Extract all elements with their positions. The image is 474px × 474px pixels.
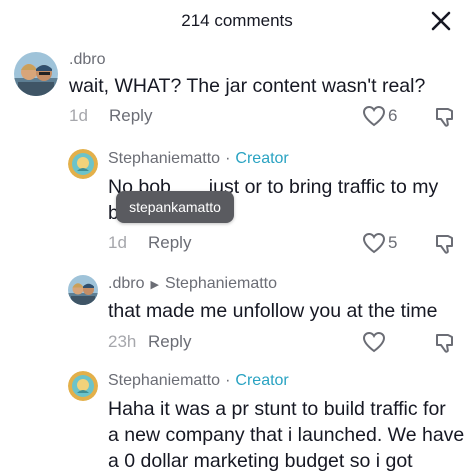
author-name[interactable]: Stephaniematto — [108, 150, 220, 168]
like-count: 5 — [388, 233, 398, 252]
dislike-icon[interactable] — [433, 232, 457, 261]
like-count: 6 — [388, 106, 398, 125]
comment-time: 1d — [69, 106, 88, 125]
avatar[interactable] — [68, 275, 98, 305]
comment-meta: 1d Reply — [69, 106, 152, 126]
comment-author[interactable]: .dbro ▶ Stephaniematto — [108, 275, 277, 293]
reply-button[interactable]: Reply — [148, 332, 191, 352]
avatar[interactable] — [14, 52, 58, 96]
heart-icon — [362, 105, 386, 127]
comments-header: 214 comments — [0, 0, 474, 44]
comment-text-line: a 0 dollar marketing budget so i got — [108, 450, 413, 472]
comment-text-line: a new company that i launched. We have — [108, 424, 465, 446]
like-button[interactable] — [362, 331, 386, 353]
comment-time: 23h — [108, 332, 137, 351]
reply-button[interactable]: Reply — [109, 106, 152, 126]
like-button[interactable]: 6 — [362, 105, 397, 127]
reply-arrow-icon: ▶ — [150, 278, 159, 291]
username-tooltip: stepankamatto — [116, 191, 234, 223]
comment-meta: 23h Reply — [108, 332, 191, 352]
comment-author[interactable]: Stephaniematto · Creator — [108, 150, 289, 168]
heart-icon — [362, 331, 386, 353]
author-name[interactable]: .dbro — [108, 275, 144, 293]
comment-text: Haha it was a pr stunt to build traffic … — [108, 396, 464, 474]
close-icon[interactable] — [428, 8, 454, 34]
comment-text: wait, WHAT? The jar content wasn't real? — [69, 75, 426, 97]
comment-time: 1d — [108, 233, 127, 252]
comment-author[interactable]: Stephaniematto · Creator — [108, 372, 289, 390]
comments-count-title: 214 comments — [181, 11, 293, 30]
comment-meta: 1d Reply — [108, 233, 191, 253]
author-name[interactable]: .dbro — [69, 51, 105, 69]
author-name[interactable]: Stephaniematto — [108, 372, 220, 390]
avatar[interactable] — [68, 371, 98, 401]
dislike-icon[interactable] — [433, 331, 457, 360]
dislike-icon[interactable] — [433, 105, 457, 134]
reply-button[interactable]: Reply — [148, 233, 191, 253]
creator-badge: Creator — [235, 150, 289, 167]
comment-author[interactable]: .dbro — [69, 51, 105, 69]
like-button[interactable]: 5 — [362, 232, 397, 254]
creator-badge: Creator — [235, 372, 289, 389]
avatar[interactable] — [68, 149, 98, 179]
comment-text: that made me unfollow you at the time — [108, 300, 438, 322]
reply-to-name[interactable]: Stephaniematto — [165, 275, 277, 293]
heart-icon — [362, 232, 386, 254]
comment-text-line: Haha it was a pr stunt to build traffic … — [108, 398, 446, 420]
